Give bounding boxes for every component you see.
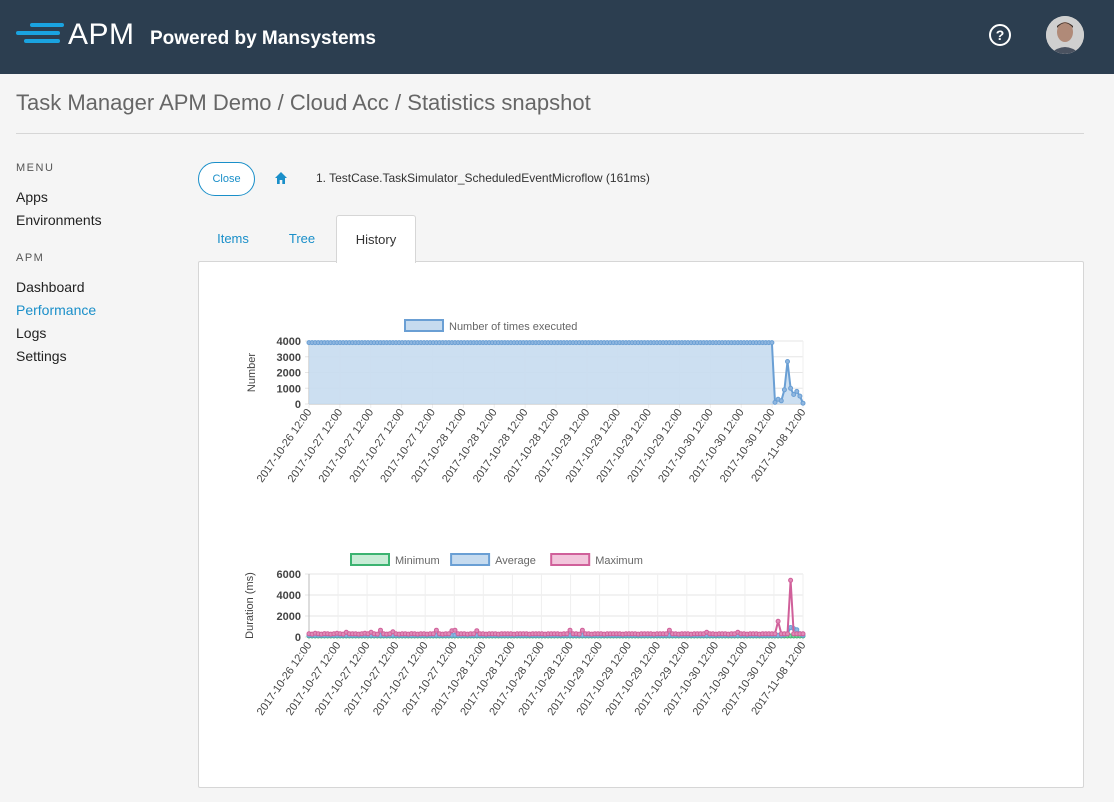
data-point xyxy=(775,618,781,624)
home-icon[interactable] xyxy=(274,171,288,185)
legend-label: Maximum xyxy=(595,555,643,567)
x-tick-label: 2017-10-29 12:00 xyxy=(564,407,624,485)
sidebar-heading-menu: MENU xyxy=(16,162,55,174)
series-area xyxy=(309,342,803,404)
data-point xyxy=(564,631,570,637)
legend-swatch xyxy=(550,553,591,566)
y-axis-label: Number xyxy=(246,353,258,392)
y-tick-label: 1000 xyxy=(277,383,301,395)
x-tick-label: 2017-10-29 12:00 xyxy=(625,407,685,485)
sidebar-item-apps[interactable]: Apps xyxy=(16,186,166,209)
data-point xyxy=(772,631,778,637)
data-point xyxy=(374,631,380,637)
help-icon[interactable]: ? xyxy=(989,24,1011,46)
data-point xyxy=(663,631,669,637)
x-tick-label: 2017-10-29 12:00 xyxy=(594,407,654,485)
data-point xyxy=(567,627,573,633)
y-tick-label: 3000 xyxy=(277,352,301,364)
data-point xyxy=(778,398,784,404)
y-tick-label: 2000 xyxy=(277,368,301,380)
y-tick-label: 0 xyxy=(295,632,301,644)
sidebar-item-performance[interactable]: Performance xyxy=(16,299,166,322)
title-divider xyxy=(16,133,1084,134)
data-point xyxy=(800,400,806,406)
duration-chart: Minimum Average Maximum 0 2000 4000 6000 2017-1… xyxy=(244,553,808,718)
logo-text: APM xyxy=(68,18,135,51)
legend-swatch xyxy=(404,319,444,332)
sidebar: MENU Apps Environments APM Dashboard Per… xyxy=(16,162,166,368)
x-tick-label: 2017-11-08 12:00 xyxy=(749,407,808,484)
tab-items[interactable]: Items xyxy=(198,215,268,262)
x-tick-label: 2017-10-26 12:00 xyxy=(255,407,315,485)
y-tick-label: 2000 xyxy=(277,611,301,623)
y-tick-label: 0 xyxy=(295,399,301,411)
logo-subtitle: Powered by Mansystems xyxy=(150,28,376,49)
close-button[interactable]: Close xyxy=(198,162,255,196)
x-tick-label: 2017-10-29 12:00 xyxy=(533,407,593,485)
data-point xyxy=(378,627,383,633)
data-point xyxy=(794,627,800,633)
x-tick-label: 2017-10-30 12:00 xyxy=(656,407,716,485)
data-point xyxy=(785,359,790,364)
data-point xyxy=(576,631,582,637)
x-tick-label: 2017-10-28 12:00 xyxy=(471,407,531,485)
avatar[interactable] xyxy=(1046,16,1084,54)
x-tick-label: 2017-10-27 12:00 xyxy=(317,407,377,485)
executions-chart: Number of times executed 0 1000 2000 3000 400… xyxy=(246,319,808,485)
data-point xyxy=(666,627,672,633)
data-point xyxy=(797,393,803,399)
data-point xyxy=(430,631,436,637)
history-panel: Number of times executed 0 1000 2000 3000 400… xyxy=(198,261,1084,788)
x-tick-label: 2017-10-30 12:00 xyxy=(687,407,747,485)
x-tick-label: 2017-10-30 12:00 xyxy=(718,407,778,485)
sidebar-item-dashboard[interactable]: Dashboard xyxy=(16,276,166,299)
x-tick-label: 2017-10-27 12:00 xyxy=(347,407,407,485)
y-tick-label: 4000 xyxy=(277,590,301,602)
data-point xyxy=(433,627,439,633)
apm-logo[interactable]: APM Powered by Mansystems xyxy=(16,18,386,58)
x-tick-label: 2017-10-27 12:00 xyxy=(286,407,346,485)
data-point xyxy=(800,631,806,637)
data-point xyxy=(769,340,775,346)
sidebar-item-settings[interactable]: Settings xyxy=(16,345,166,368)
breadcrumb: 1. TestCase.TaskSimulator_ScheduledEvent… xyxy=(316,171,650,185)
legend-swatch xyxy=(350,553,390,566)
data-point xyxy=(788,385,794,391)
logo-bars-icon xyxy=(16,21,66,49)
x-tick-label: 2017-10-28 12:00 xyxy=(502,407,562,485)
series-line-maximum xyxy=(308,580,803,636)
sidebar-item-logs[interactable]: Logs xyxy=(16,322,166,345)
data-point xyxy=(785,631,790,637)
legend-label: Number of times executed xyxy=(449,321,577,333)
tab-history[interactable]: History xyxy=(336,215,416,263)
y-axis-label: Duration (ms) xyxy=(244,572,256,639)
y-tick-label: 4000 xyxy=(277,336,301,348)
page-title: Task Manager APM Demo / Cloud Acc / Stat… xyxy=(16,90,591,115)
data-point xyxy=(781,387,787,393)
sidebar-heading-apm: APM xyxy=(16,252,45,264)
x-tick-label: 2017-10-28 12:00 xyxy=(409,407,469,485)
data-point xyxy=(788,577,794,583)
data-point xyxy=(452,627,458,633)
legend-label: Minimum xyxy=(395,555,440,567)
tab-tree[interactable]: Tree xyxy=(268,215,336,262)
top-navigation-bar: APM Powered by Mansystems ? xyxy=(0,0,1114,74)
sidebar-item-environments[interactable]: Environments xyxy=(16,209,166,232)
x-tick-label: 2017-10-28 12:00 xyxy=(440,407,500,485)
y-tick-label: 6000 xyxy=(277,569,301,581)
x-tick-label: 2017-10-27 12:00 xyxy=(378,407,438,485)
x-tick-label: 2017-11-08 12:00 xyxy=(749,640,808,717)
legend-label: Average xyxy=(495,555,536,567)
data-point xyxy=(794,388,800,394)
data-point xyxy=(579,627,585,633)
legend-swatch xyxy=(450,553,491,566)
